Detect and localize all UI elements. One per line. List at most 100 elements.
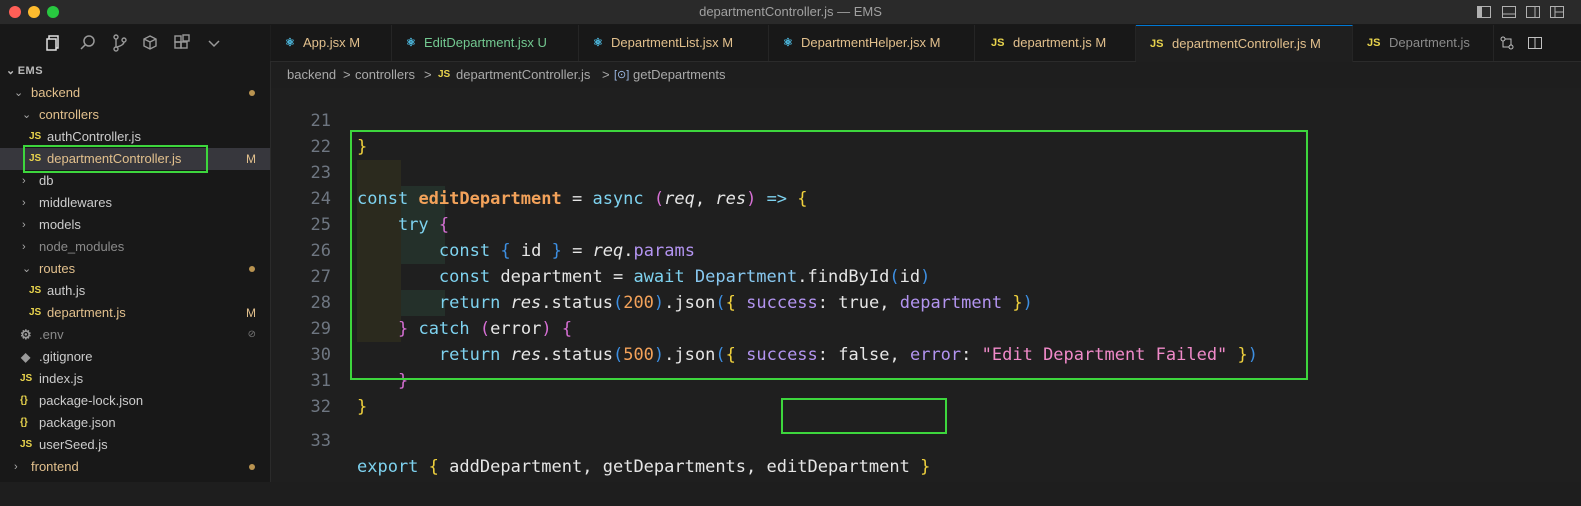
tree-item-label: routes: [39, 261, 76, 276]
tree-item-label: middlewares: [39, 195, 112, 210]
workspace-header[interactable]: ⌄ EMS: [6, 64, 43, 77]
token: getDepartments: [602, 457, 747, 477]
modified-dot: [249, 90, 255, 96]
js-file-icon: JS: [29, 285, 42, 296]
tree-item-label: models: [39, 217, 81, 232]
tree-folder-backend[interactable]: ⌄ backend: [0, 82, 270, 104]
tree-file-department[interactable]: JS department.js M: [0, 302, 270, 324]
chevron-right-icon: ›: [22, 241, 26, 253]
code-line-30: 30 }: [271, 316, 409, 391]
tab-label: departmentController.js: [1172, 36, 1307, 51]
tree-item-label: index.js: [39, 371, 84, 386]
chevron-right-icon: ›: [22, 219, 26, 231]
tab-label: department.js: [1013, 35, 1092, 50]
tree-file-package-lock[interactable]: {} package-lock.json: [0, 390, 270, 412]
breadcrumb-item-controllers[interactable]: controllers: [355, 62, 415, 88]
tab-status: M: [349, 35, 361, 50]
chevron-down-icon: ⌄: [6, 65, 16, 77]
window-title: departmentController.js — EMS: [699, 4, 882, 19]
chevron-right-icon: ›: [22, 175, 26, 187]
tab-app-jsx[interactable]: ⚛ App.jsx M: [271, 25, 392, 61]
modified-dot: [249, 266, 255, 272]
tree-file-index[interactable]: JS index.js: [0, 368, 270, 390]
react-icon: ⚛: [593, 37, 603, 49]
breadcrumb-separator: >: [602, 67, 610, 82]
tab-label: EditDepartment.jsx: [424, 35, 534, 50]
tab-status: U: [537, 35, 547, 50]
tree-folder-db[interactable]: › db: [0, 170, 270, 192]
tree-item-label: department.js: [47, 305, 126, 320]
js-file-icon: JS: [438, 69, 451, 80]
tab-editdepartment-jsx[interactable]: ⚛ EditDepartment.jsx U: [392, 25, 579, 61]
json-file-icon: {}: [20, 395, 28, 406]
tree-folder-routes[interactable]: ⌄ routes: [0, 258, 270, 280]
tree-file-gitignore[interactable]: ◆ .gitignore: [0, 346, 270, 368]
ignored-badge: ⊘: [247, 329, 256, 340]
js-icon: JS: [991, 37, 1005, 49]
split-editor-icon[interactable]: [1527, 35, 1543, 51]
customize-layout-icon[interactable]: [1549, 4, 1565, 20]
tab-departmenthelper-jsx[interactable]: ⚛ DepartmentHelper.jsx M: [769, 25, 975, 61]
token: addDepartment: [449, 457, 583, 477]
code-highlight-frame: [350, 130, 1308, 380]
explorer-icon[interactable]: [44, 33, 64, 53]
tab-status: M: [1095, 35, 1107, 50]
js-icon: JS: [1367, 37, 1381, 49]
toggle-primary-sidebar-icon[interactable]: [1476, 4, 1492, 20]
tree-file-env[interactable]: ⚙ .env ⊘: [0, 324, 270, 346]
git-status-badge: M: [246, 152, 256, 166]
toggle-secondary-sidebar-icon[interactable]: [1525, 4, 1541, 20]
line-number: 33: [310, 431, 331, 451]
tab-departmentlist-jsx[interactable]: ⚛ DepartmentList.jsx M: [579, 25, 769, 61]
tree-item-label: frontend: [31, 459, 79, 474]
code-line-29: 29 return res.status(500).json({ success…: [271, 290, 1259, 365]
source-control-icon[interactable]: [110, 33, 130, 53]
tab-department-model-js[interactable]: JS Department.js: [1353, 25, 1494, 61]
breadcrumb-item-symbol[interactable]: getDepartments: [633, 62, 726, 88]
tree-folder-middlewares[interactable]: › middlewares: [0, 192, 270, 214]
tab-status: M: [929, 35, 941, 50]
title-bar: departmentController.js — EMS: [0, 0, 1581, 25]
json-file-icon: {}: [20, 417, 28, 428]
tree-file-package[interactable]: {} package.json: [0, 412, 270, 434]
extensions-icon[interactable]: [172, 33, 192, 53]
breadcrumb-item-file[interactable]: departmentController.js: [456, 62, 590, 88]
code-line-25: 25 const { id } = req.params: [271, 186, 695, 261]
tree-item-label: userSeed.js: [39, 437, 108, 452]
code-editor[interactable]: 21 } 22 23 const editDepartment = async …: [271, 88, 1581, 482]
extensions-box-icon[interactable]: [140, 33, 160, 53]
tab-status: M: [722, 35, 734, 50]
tree-folder-frontend[interactable]: › frontend: [0, 456, 270, 478]
compare-changes-icon[interactable]: [1499, 35, 1515, 51]
toggle-panel-icon[interactable]: [1501, 4, 1517, 20]
tree-file-auth[interactable]: JS auth.js: [0, 280, 270, 302]
js-icon: JS: [1150, 38, 1164, 50]
code-line-23: 23 const editDepartment = async (req, re…: [271, 134, 808, 209]
modified-dot: [249, 464, 255, 470]
symbol-icon: [⊙]: [614, 69, 630, 81]
chevron-down-icon: ⌄: [22, 109, 32, 121]
workspace-name: EMS: [17, 65, 44, 77]
tree-folder-node-modules[interactable]: › node_modules: [0, 236, 270, 258]
git-status-badge: M: [246, 306, 256, 320]
code-line-24: 24 try {: [271, 160, 450, 235]
editor-tabs: ⚛ App.jsx M ⚛ EditDepartment.jsx U ⚛ Dep…: [271, 25, 1581, 62]
search-icon[interactable]: [78, 33, 98, 53]
tab-departmentcontroller-js[interactable]: JS departmentController.js M: [1136, 25, 1353, 62]
tree-item-label: package-lock.json: [39, 393, 144, 408]
tree-item-label: db: [39, 173, 54, 188]
tree-item-label: controllers: [39, 107, 99, 122]
code-line-27: 27 return res.status(200).json({ success…: [271, 238, 1033, 313]
code-line-28: 28 } catch (error) {: [271, 264, 573, 339]
export-highlight-frame: [781, 398, 947, 434]
activity-bar: [0, 25, 270, 61]
highlight-frame: [23, 145, 208, 173]
tab-department-js[interactable]: JS department.js M: [975, 25, 1136, 61]
tree-file-userseed[interactable]: JS userSeed.js: [0, 434, 270, 456]
js-file-icon: JS: [20, 373, 33, 384]
react-icon: ⚛: [285, 37, 295, 49]
chevron-down-icon[interactable]: [204, 33, 224, 53]
tree-folder-models[interactable]: › models: [0, 214, 270, 236]
tree-folder-controllers[interactable]: ⌄ controllers: [0, 104, 270, 126]
chevron-right-icon: ›: [22, 197, 26, 209]
